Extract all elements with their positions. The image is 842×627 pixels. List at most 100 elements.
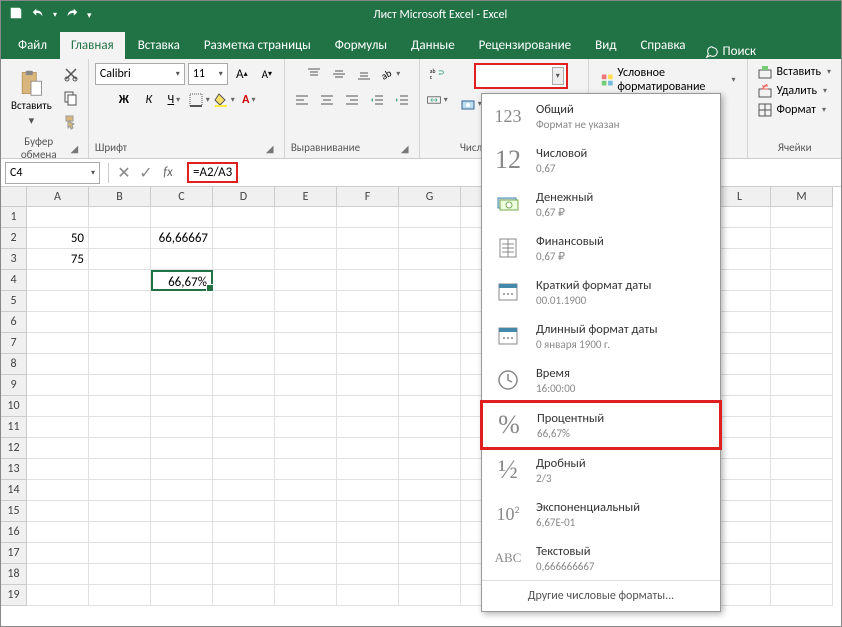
cell-C9[interactable] — [151, 375, 213, 396]
row-header[interactable]: 15 — [1, 501, 27, 522]
cell-F4[interactable] — [337, 270, 399, 291]
cell-F16[interactable] — [337, 522, 399, 543]
cell-D14[interactable] — [213, 480, 275, 501]
format-time[interactable]: Время16:00:00 — [482, 358, 720, 402]
format-longdate[interactable]: Длинный формат даты0 января 1900 г. — [482, 314, 720, 358]
align-bottom-icon[interactable] — [353, 63, 375, 85]
cell-A17[interactable] — [27, 543, 89, 564]
fill-color-icon[interactable]: ▾ — [213, 89, 235, 111]
cell-E18[interactable] — [275, 564, 337, 585]
cell-E6[interactable] — [275, 312, 337, 333]
save-icon[interactable] — [9, 6, 23, 24]
tab-review[interactable]: Рецензирование — [468, 32, 582, 59]
cell-B17[interactable] — [89, 543, 151, 564]
cell-M6[interactable] — [771, 312, 833, 333]
cell-B10[interactable] — [89, 396, 151, 417]
row-header[interactable]: 2 — [1, 228, 27, 249]
cell-M4[interactable] — [771, 270, 833, 291]
name-box[interactable]: C4▾ — [5, 162, 100, 184]
cell-F13[interactable] — [337, 459, 399, 480]
alignment-launcher[interactable]: ◢ — [401, 142, 413, 154]
cell-F19[interactable] — [337, 585, 399, 606]
cell-A3[interactable]: 75 — [27, 249, 89, 270]
cell-F9[interactable] — [337, 375, 399, 396]
cell-G14[interactable] — [399, 480, 461, 501]
increase-indent-icon[interactable] — [391, 89, 413, 111]
cancel-formula-icon[interactable]: ✕ — [113, 162, 135, 184]
row-header[interactable]: 16 — [1, 522, 27, 543]
cell-C6[interactable] — [151, 312, 213, 333]
tab-search[interactable]: Поиск — [705, 44, 757, 59]
cell-B8[interactable] — [89, 354, 151, 375]
cell-D2[interactable] — [213, 228, 275, 249]
row-header[interactable]: 1 — [1, 207, 27, 228]
format-percent[interactable]: % Процентный66,67% — [480, 400, 722, 450]
cell-E7[interactable] — [275, 333, 337, 354]
row-header[interactable]: 6 — [1, 312, 27, 333]
cell-C19[interactable] — [151, 585, 213, 606]
cell-G15[interactable] — [399, 501, 461, 522]
delete-cells-button[interactable]: Удалить▾ — [754, 82, 831, 100]
cell-G6[interactable] — [399, 312, 461, 333]
cell-E17[interactable] — [275, 543, 337, 564]
cell-B1[interactable] — [89, 207, 151, 228]
row-header[interactable]: 8 — [1, 354, 27, 375]
cell-E1[interactable] — [275, 207, 337, 228]
cell-M1[interactable] — [771, 207, 833, 228]
format-painter-icon[interactable] — [60, 111, 82, 133]
cell-D1[interactable] — [213, 207, 275, 228]
cell-B2[interactable] — [89, 228, 151, 249]
cell-E2[interactable] — [275, 228, 337, 249]
format-accounting[interactable]: Финансовый0,67 ₽ — [482, 226, 720, 270]
cell-C13[interactable] — [151, 459, 213, 480]
cell-G11[interactable] — [399, 417, 461, 438]
cell-B7[interactable] — [89, 333, 151, 354]
cell-C2[interactable]: 66,66667 — [151, 228, 213, 249]
cell-G18[interactable] — [399, 564, 461, 585]
column-header[interactable]: G — [399, 187, 461, 207]
cell-G5[interactable] — [399, 291, 461, 312]
cell-D18[interactable] — [213, 564, 275, 585]
cell-D12[interactable] — [213, 438, 275, 459]
cell-G1[interactable] — [399, 207, 461, 228]
column-header[interactable]: C — [151, 187, 213, 207]
cell-E19[interactable] — [275, 585, 337, 606]
cell-A19[interactable] — [27, 585, 89, 606]
underline-icon[interactable]: Ч▾ — [163, 89, 185, 111]
format-text[interactable]: ABC Текстовый0,666666667 — [482, 536, 720, 580]
cell-G9[interactable] — [399, 375, 461, 396]
format-general[interactable]: 123 ОбщийФормат не указан — [482, 94, 720, 138]
cell-C4[interactable]: 66,67% — [151, 270, 213, 291]
cell-E16[interactable] — [275, 522, 337, 543]
cell-A10[interactable] — [27, 396, 89, 417]
font-color-icon[interactable]: A▾ — [238, 89, 260, 111]
cell-A14[interactable] — [27, 480, 89, 501]
cell-E9[interactable] — [275, 375, 337, 396]
row-header[interactable]: 19 — [1, 585, 27, 606]
align-center-icon[interactable] — [316, 89, 338, 111]
merge-icon[interactable]: ▾ — [426, 89, 448, 111]
align-middle-icon[interactable] — [328, 63, 350, 85]
cell-B15[interactable] — [89, 501, 151, 522]
tab-help[interactable]: Справка — [629, 32, 696, 59]
cell-C10[interactable] — [151, 396, 213, 417]
cell-D6[interactable] — [213, 312, 275, 333]
cell-F17[interactable] — [337, 543, 399, 564]
cell-M10[interactable] — [771, 396, 833, 417]
cell-M9[interactable] — [771, 375, 833, 396]
cell-B3[interactable] — [89, 249, 151, 270]
italic-icon[interactable]: К — [138, 89, 160, 111]
cell-E11[interactable] — [275, 417, 337, 438]
tab-home[interactable]: Главная — [60, 32, 125, 59]
tab-insert[interactable]: Вставка — [127, 32, 191, 59]
tab-file[interactable]: Файл — [7, 32, 58, 59]
cell-C15[interactable] — [151, 501, 213, 522]
cell-C11[interactable] — [151, 417, 213, 438]
cell-F11[interactable] — [337, 417, 399, 438]
cell-A4[interactable] — [27, 270, 89, 291]
row-header[interactable]: 14 — [1, 480, 27, 501]
cell-E13[interactable] — [275, 459, 337, 480]
orientation-icon[interactable]: ab▾ — [378, 63, 400, 85]
cell-F12[interactable] — [337, 438, 399, 459]
tab-layout[interactable]: Разметка страницы — [193, 32, 322, 59]
